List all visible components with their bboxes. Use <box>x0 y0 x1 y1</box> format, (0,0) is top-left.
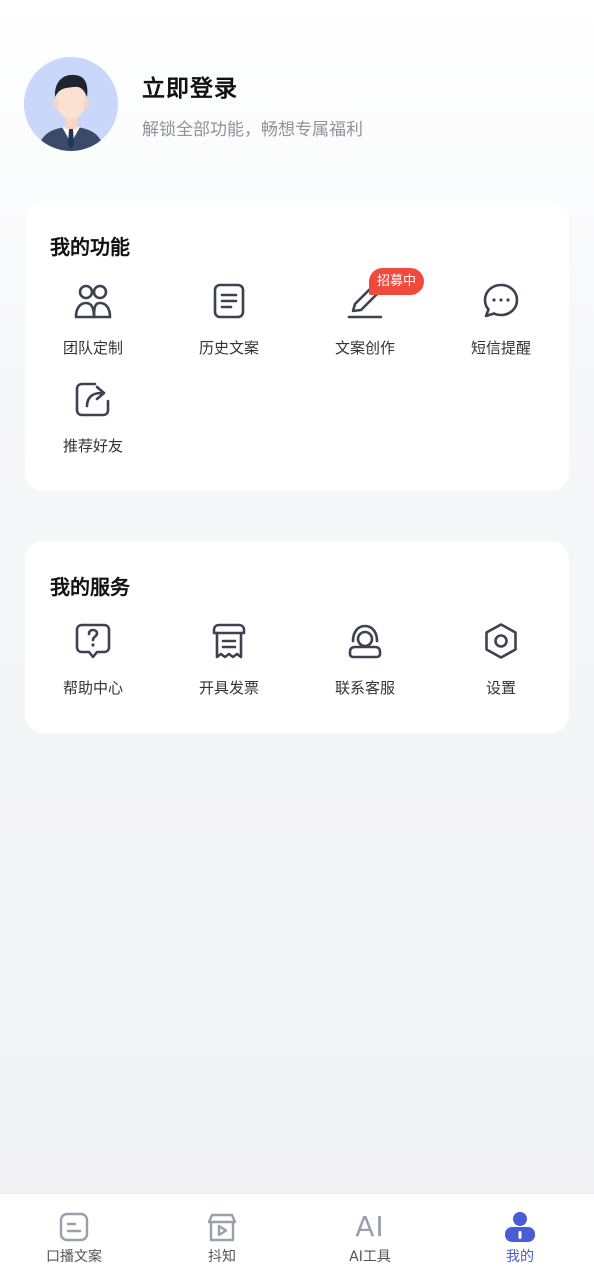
service-settings[interactable]: 设置 <box>433 619 569 709</box>
recruiting-badge: 招募中 <box>369 268 425 295</box>
my-features-card: 我的功能 团队定制 历史文案 文案创作 短信提醒 推荐好友 招募中 <box>25 201 569 491</box>
avatar-illustration <box>24 57 118 151</box>
feature-label: 文案创作 <box>334 339 395 357</box>
ai-icon: AI <box>355 1210 385 1243</box>
invoice-icon <box>209 621 249 661</box>
feature-label: 团队定制 <box>62 339 123 357</box>
service-label: 帮助中心 <box>62 679 123 697</box>
profile-icon <box>503 1210 537 1244</box>
tab-ai-tools[interactable]: AI AI工具 <box>296 1194 444 1280</box>
feature-team-custom[interactable]: 团队定制 <box>25 279 161 369</box>
service-label: 联系客服 <box>334 679 395 697</box>
settings-icon <box>481 621 521 661</box>
team-icon <box>73 281 113 321</box>
customer-service-icon <box>345 621 385 661</box>
share-icon <box>73 379 113 419</box>
service-contact-support[interactable]: 联系客服 <box>297 619 433 709</box>
script-icon <box>57 1210 91 1244</box>
service-invoice[interactable]: 开具发票 <box>161 619 297 709</box>
tab-label: AI工具 <box>349 1249 391 1265</box>
profile-header[interactable]: 立即登录 解锁全部功能，畅想专属福利 <box>24 56 570 152</box>
service-help-center[interactable]: 帮助中心 <box>25 619 161 709</box>
login-title[interactable]: 立即登录 <box>142 69 363 103</box>
feature-label: 历史文案 <box>198 339 259 357</box>
tab-douzhi[interactable]: 抖知 <box>148 1194 296 1280</box>
feature-label: 短信提醒 <box>470 339 531 357</box>
section-title: 我的服务 <box>50 575 130 599</box>
help-icon <box>73 621 113 661</box>
bottom-tab-bar: 口播文案 抖知 AI AI工具 我的 <box>0 1193 594 1280</box>
tab-label: 我的 <box>506 1249 534 1265</box>
feature-history-scripts[interactable]: 历史文案 <box>161 279 297 369</box>
feature-recommend-friends[interactable]: 推荐好友 <box>25 377 161 467</box>
section-title: 我的功能 <box>50 235 130 259</box>
login-subtitle: 解锁全部功能，畅想专属福利 <box>142 119 363 140</box>
my-services-card: 我的服务 帮助中心 开具发票 联系客服 设置 <box>25 541 569 733</box>
service-label: 开具发票 <box>198 679 259 697</box>
tab-oral-script[interactable]: 口播文案 <box>0 1194 148 1280</box>
feature-label: 推荐好友 <box>62 437 123 455</box>
tab-label: 抖知 <box>208 1249 236 1265</box>
tab-mine[interactable]: 我的 <box>446 1194 594 1280</box>
tab-label: 口播文案 <box>46 1249 102 1265</box>
document-list-icon <box>209 281 249 321</box>
video-store-icon <box>205 1210 239 1244</box>
service-label: 设置 <box>485 679 516 697</box>
chat-bubble-icon <box>481 281 521 321</box>
feature-sms-reminder[interactable]: 短信提醒 <box>433 279 569 369</box>
avatar[interactable] <box>24 57 118 151</box>
